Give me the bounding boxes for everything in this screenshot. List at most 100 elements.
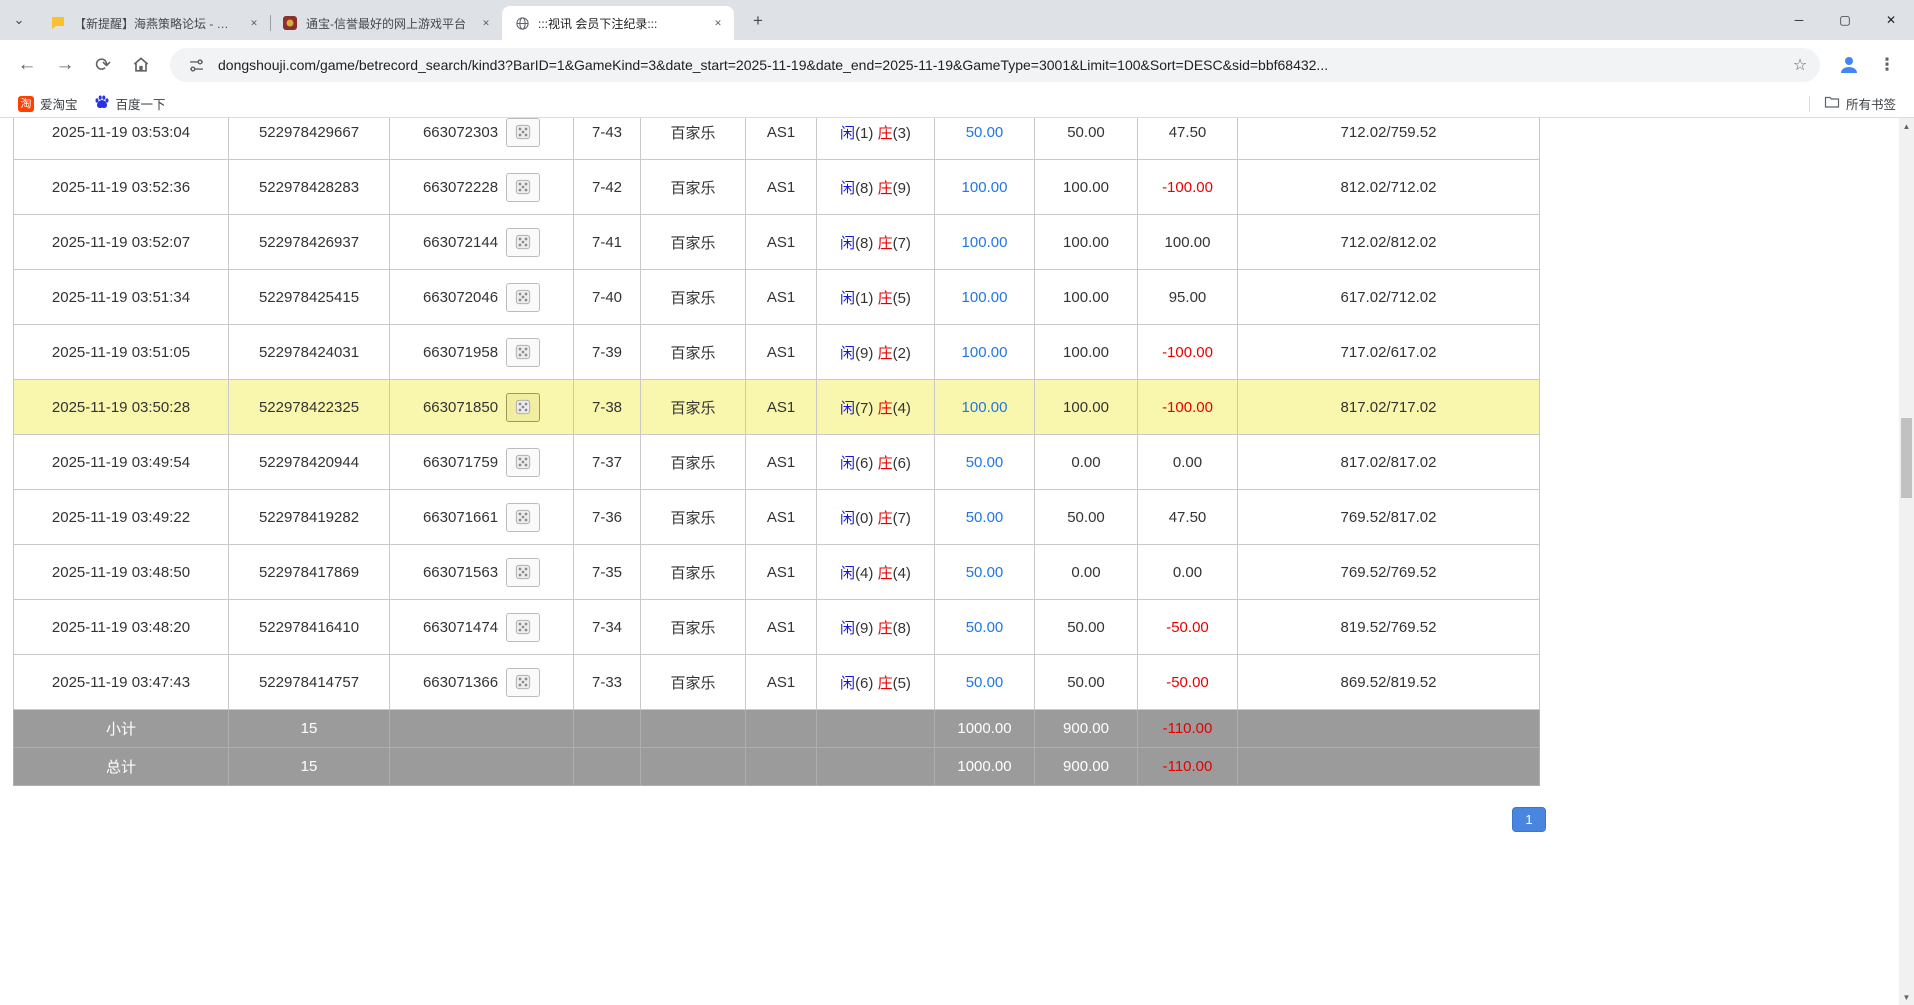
bet-amount-link[interactable]: 100.00: [962, 234, 1008, 251]
cell-bet-amount: 100.00: [935, 380, 1035, 435]
cell-game-type: 百家乐: [641, 160, 746, 215]
summary-winloss-total: -110.00: [1138, 748, 1238, 786]
bet-amount-link[interactable]: 50.00: [966, 124, 1004, 141]
cell-result: 闲(1) 庄(3): [817, 118, 935, 160]
reload-button[interactable]: ⟳: [86, 48, 120, 82]
cell-win-loss: 47.50: [1138, 490, 1238, 545]
home-icon: [131, 55, 151, 75]
cell-round-no: 663071661: [390, 490, 574, 545]
scrollbar-thumb[interactable]: [1901, 418, 1912, 498]
back-button[interactable]: ←: [10, 48, 44, 82]
bet-amount-link[interactable]: 100.00: [962, 179, 1008, 196]
close-tab-icon[interactable]: ✕: [246, 15, 262, 31]
bet-table-body: 2025-11-19 03:53:04522978429667663072303…: [14, 118, 1540, 786]
minimize-button[interactable]: ─: [1776, 0, 1822, 40]
cell-account: AS1: [746, 160, 817, 215]
cell-table-no: 7-40: [574, 270, 641, 325]
cell-bet-amount: 100.00: [935, 325, 1035, 380]
game-result-icon[interactable]: [506, 613, 540, 642]
cell-balance: 769.52/769.52: [1238, 545, 1540, 600]
bet-record-row: 2025-11-19 03:49:54522978420944663071759…: [14, 435, 1540, 490]
close-tab-icon[interactable]: ✕: [478, 15, 494, 31]
bet-amount-link[interactable]: 100.00: [962, 399, 1008, 416]
bet-amount-link[interactable]: 100.00: [962, 289, 1008, 306]
all-bookmarks-button[interactable]: 所有书签: [1816, 92, 1904, 115]
game-result-icon[interactable]: [506, 338, 540, 367]
cell-win-loss: 95.00: [1138, 270, 1238, 325]
bookmarks-bar: 淘 爱淘宝 百度一下 所有书签: [0, 90, 1914, 118]
game-result-icon[interactable]: [506, 283, 540, 312]
game-result-icon[interactable]: [506, 558, 540, 587]
cell-valid-amount: 100.00: [1035, 160, 1138, 215]
bet-amount-link[interactable]: 100.00: [962, 344, 1008, 361]
bet-amount-link[interactable]: 50.00: [966, 564, 1004, 581]
game-result-icon[interactable]: [506, 448, 540, 477]
cell-round-no: 663071958: [390, 325, 574, 380]
back-icon: ←: [18, 54, 37, 76]
forward-button[interactable]: →: [48, 48, 82, 82]
menu-button[interactable]: ⋮: [1870, 48, 1904, 82]
bookmark-taobao[interactable]: 淘 爱淘宝: [10, 92, 86, 115]
maximize-button[interactable]: ▢: [1822, 0, 1868, 40]
bookmark-star-icon[interactable]: ☆: [1786, 51, 1814, 79]
close-tab-icon[interactable]: ✕: [710, 15, 726, 31]
cell-game-type: 百家乐: [641, 655, 746, 710]
tab-bet-records[interactable]: :::视讯 会员下注纪录::: ✕: [502, 6, 734, 40]
cell-order-no: 522978424031: [229, 325, 390, 380]
cell-order-no: 522978429667: [229, 118, 390, 160]
bookmark-baidu[interactable]: 百度一下: [86, 92, 174, 115]
cell-table-no: 7-41: [574, 215, 641, 270]
bet-record-row: 2025-11-19 03:52:36522978428283663072228…: [14, 160, 1540, 215]
summary-label: 小计: [14, 710, 229, 748]
bet-record-row: 2025-11-19 03:50:28522978422325663071850…: [14, 380, 1540, 435]
pagination-current-page[interactable]: 1: [1512, 807, 1546, 832]
cell-valid-amount: 50.00: [1035, 118, 1138, 160]
game-result-icon[interactable]: [506, 118, 540, 147]
scroll-up-icon[interactable]: ▲: [1899, 118, 1914, 134]
tab-forum[interactable]: 【新提醒】海燕策略论坛 - 综合 ✕: [38, 6, 270, 40]
globe-icon: [514, 15, 530, 31]
game-result-icon[interactable]: [506, 393, 540, 422]
three-dots-icon: ⋮: [1879, 55, 1896, 75]
new-tab-button[interactable]: +: [744, 7, 772, 35]
tab-title: 【新提醒】海燕策略论坛 - 综合: [74, 15, 238, 32]
bet-amount-link[interactable]: 50.00: [966, 674, 1004, 691]
cell-order-no: 522978419282: [229, 490, 390, 545]
profile-avatar[interactable]: [1832, 48, 1866, 82]
summary-count: 15: [229, 710, 390, 748]
site-settings-icon[interactable]: [182, 51, 210, 79]
cell-result: 闲(8) 庄(7): [817, 215, 935, 270]
cell-bet-time: 2025-11-19 03:49:54: [14, 435, 229, 490]
game-result-icon[interactable]: [506, 668, 540, 697]
bet-record-row: 2025-11-19 03:49:22522978419282663071661…: [14, 490, 1540, 545]
summary-valid-total: 900.00: [1035, 748, 1138, 786]
cell-result: 闲(9) 庄(2): [817, 325, 935, 380]
cell-account: AS1: [746, 118, 817, 160]
cell-round-no: 663071759: [390, 435, 574, 490]
bet-amount-link[interactable]: 50.00: [966, 619, 1004, 636]
cell-balance: 769.52/817.02: [1238, 490, 1540, 545]
person-icon: [1837, 53, 1861, 77]
window-controls: ─ ▢ ✕: [1776, 0, 1914, 40]
cell-table-no: 7-36: [574, 490, 641, 545]
cell-account: AS1: [746, 600, 817, 655]
cell-table-no: 7-33: [574, 655, 641, 710]
game-result-icon[interactable]: [506, 173, 540, 202]
bet-amount-link[interactable]: 50.00: [966, 509, 1004, 526]
vertical-scrollbar[interactable]: ▲ ▼: [1899, 118, 1914, 1005]
close-window-button[interactable]: ✕: [1868, 0, 1914, 40]
cell-result: 闲(0) 庄(7): [817, 490, 935, 545]
cell-round-no: 663071563: [390, 545, 574, 600]
cell-balance: 819.52/769.52: [1238, 600, 1540, 655]
tab-search-button[interactable]: ⌄: [0, 0, 38, 40]
scroll-down-icon[interactable]: ▼: [1899, 989, 1914, 1005]
tab-tongbao[interactable]: 通宝-信誉最好的网上游戏平台 ✕: [270, 6, 502, 40]
address-bar[interactable]: dongshouji.com/game/betrecord_search/kin…: [170, 48, 1820, 82]
home-button[interactable]: [124, 48, 158, 82]
bet-amount-link[interactable]: 50.00: [966, 454, 1004, 471]
game-result-icon[interactable]: [506, 503, 540, 532]
game-result-icon[interactable]: [506, 228, 540, 257]
forward-icon: →: [56, 54, 75, 76]
url-text[interactable]: dongshouji.com/game/betrecord_search/kin…: [218, 57, 1778, 73]
tab-title: :::视讯 会员下注纪录:::: [538, 15, 702, 32]
